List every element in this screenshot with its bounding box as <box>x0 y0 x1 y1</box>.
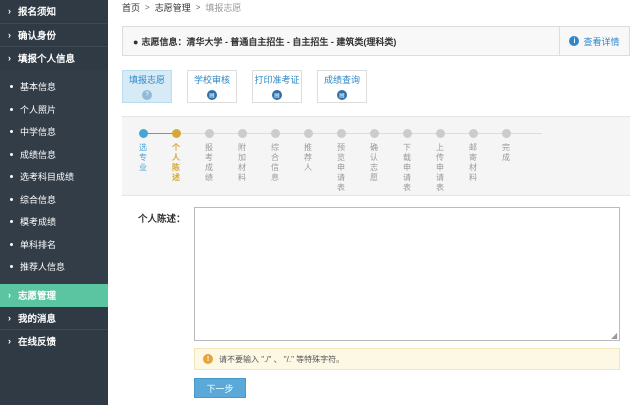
sidebar-sub-comprehensive[interactable]: 综合信息 <box>0 188 108 211</box>
breadcrumb-section[interactable]: 志愿管理 <box>155 1 191 14</box>
chevron-right-icon: › <box>8 29 11 40</box>
sidebar-sub-grades[interactable]: 成绩信息 <box>0 143 108 166</box>
main-content: 首页 > 志愿管理 > 填报志愿 ● 志愿信息：清华大学 - 普通自主招生 - 自… <box>108 0 640 405</box>
document-icon: ▤ <box>337 90 347 100</box>
bullet-icon <box>10 265 13 269</box>
chevron-right-icon: › <box>8 312 11 323</box>
step-circle <box>402 129 412 138</box>
step-circle <box>303 129 313 138</box>
sidebar-sub-basic-info[interactable]: 基本信息 <box>0 76 108 99</box>
step-upload-form: 上传申请表 <box>433 129 447 193</box>
tab-print-admission[interactable]: 打印准考证 ▤ <box>252 70 302 103</box>
tab-bar: 填报志愿 ? 学校审核 ▤ 打印准考证 ▤ 成绩查询 ▤ <box>122 70 382 103</box>
input-hint: ! 请不要输入 "./" 、 "/." 等特殊字符。 <box>194 348 620 370</box>
step-circle <box>138 129 148 138</box>
bullet-icon <box>10 85 13 89</box>
step-confirm-volunteer: 确认志愿 <box>367 129 381 183</box>
warning-icon: ! <box>203 354 213 364</box>
volunteer-info-bar: ● 志愿信息：清华大学 - 普通自主招生 - 自主招生 - 建筑类(理科类) i … <box>122 26 630 56</box>
sidebar-sub-mock-exam[interactable]: 模考成绩 <box>0 211 108 234</box>
sidebar: › 报名须知 › 确认身份 › 填报个人信息 基本信息 个人照片 中学信息 成绩信息 … <box>0 0 108 405</box>
tab-score-query[interactable]: 成绩查询 ▤ <box>317 70 367 103</box>
sidebar-item-apply-notice[interactable]: › 报名须知 <box>0 0 108 23</box>
step-exam-scores: 报考成绩 <box>202 129 216 183</box>
step-mail-materials: 邮寄材料 <box>466 129 480 183</box>
breadcrumb: 首页 > 志愿管理 > 填报志愿 <box>122 1 241 14</box>
chevron-right-icon: > <box>145 3 150 12</box>
chevron-right-icon: › <box>8 290 11 301</box>
personal-statement-label: 个人陈述： <box>138 214 186 225</box>
bullet-icon <box>10 220 13 224</box>
personal-statement-input[interactable] <box>194 207 620 341</box>
tab-fill-volunteer[interactable]: 填报志愿 ? <box>122 70 172 103</box>
breadcrumb-home[interactable]: 首页 <box>122 1 140 14</box>
sidebar-item-confirm-identity[interactable]: › 确认身份 <box>0 24 108 47</box>
chevron-right-icon: › <box>8 336 11 347</box>
sidebar-sub-subject-rank[interactable]: 单科排名 <box>0 233 108 256</box>
sidebar-sub-school-info[interactable]: 中学信息 <box>0 121 108 144</box>
step-circle <box>435 129 445 138</box>
question-icon: ? <box>142 90 152 100</box>
info-icon: i <box>569 36 580 46</box>
step-circle <box>204 129 214 138</box>
sidebar-item-volunteer-management[interactable]: › 志愿管理 <box>0 284 108 307</box>
sidebar-sub-recommender[interactable]: 推荐人信息 <box>0 256 108 279</box>
step-complete: 完成 <box>499 129 513 163</box>
breadcrumb-current: 填报志愿 <box>205 3 242 13</box>
step-circle <box>369 129 379 138</box>
step-personal-statement[interactable]: 个人陈述 <box>169 129 183 183</box>
bullet-icon <box>10 175 13 179</box>
view-details-button[interactable]: i 查看详情 <box>559 27 629 55</box>
bullet-icon <box>10 107 13 111</box>
step-select-major[interactable]: 选专业 <box>136 129 150 173</box>
volunteer-info-text: ● 志愿信息：清华大学 - 普通自主招生 - 自主招生 - 建筑类(理科类) <box>133 36 397 47</box>
sidebar-sub-elective-grades[interactable]: 选考科目成绩 <box>0 166 108 189</box>
sidebar-sub-photo[interactable]: 个人照片 <box>0 98 108 121</box>
step-circle <box>270 129 280 138</box>
sidebar-subgroup: 基本信息 个人照片 中学信息 成绩信息 选考科目成绩 综合信息 模考成绩 单科排… <box>0 69 108 284</box>
step-circle <box>501 129 511 138</box>
step-circle <box>336 129 346 138</box>
progress-steps: 选专业 个人陈述 报考成绩 附加材料 综合信息 推荐人 预览申请表 确认志愿 下… <box>122 116 630 196</box>
bullet-icon <box>10 152 13 156</box>
bullet-icon <box>10 197 13 201</box>
sidebar-item-feedback[interactable]: › 在线反馈 <box>0 330 108 353</box>
step-circle <box>468 129 478 138</box>
bullet-icon: ● <box>133 36 139 47</box>
bullet-icon <box>10 130 13 134</box>
chevron-down-icon: › <box>8 53 11 64</box>
bullet-icon <box>10 242 13 246</box>
step-comprehensive-info: 综合信息 <box>268 129 282 183</box>
resize-handle-icon[interactable]: ◢ <box>611 332 619 340</box>
document-icon: ▤ <box>272 90 282 100</box>
step-recommender: 推荐人 <box>301 129 315 173</box>
step-preview-form: 预览申请表 <box>334 129 348 193</box>
sidebar-item-messages[interactable]: › 我的消息 <box>0 307 108 330</box>
chevron-right-icon: > <box>195 3 201 12</box>
step-download-form: 下载申请表 <box>400 129 414 193</box>
sidebar-item-personal-info[interactable]: › 填报个人信息 <box>0 47 108 70</box>
tab-school-review[interactable]: 学校审核 ▤ <box>187 70 237 103</box>
chevron-right-icon: › <box>8 6 11 17</box>
step-circle <box>237 129 247 138</box>
next-step-button[interactable]: 下一步 <box>194 378 246 398</box>
document-icon: ▤ <box>207 90 217 100</box>
step-circle <box>171 129 181 138</box>
step-additional-materials: 附加材料 <box>235 129 249 183</box>
